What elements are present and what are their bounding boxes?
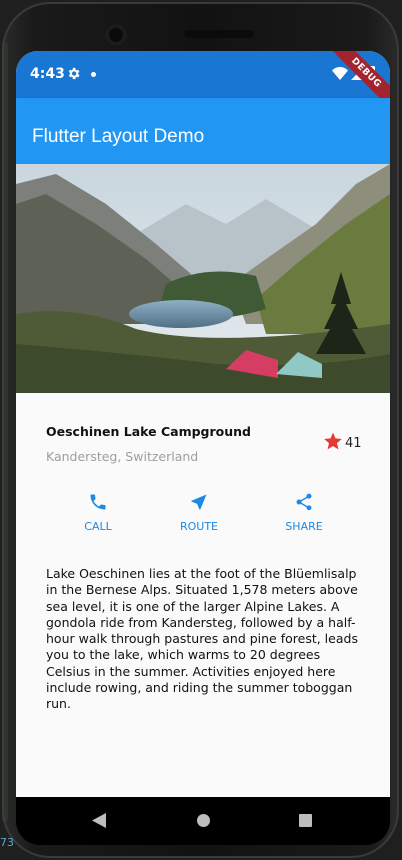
front-camera [105,24,127,46]
app-title: Flutter Layout Demo [32,126,205,147]
wifi-icon [332,67,348,80]
share-label: SHARE [285,520,323,533]
status-time: 4:43 [30,66,65,82]
back-icon[interactable] [92,813,106,828]
status-bar: 4:43 DEBUG [16,51,390,122]
system-nav-bar [16,797,390,845]
place-location: Kandersteg, Switzerland [46,449,199,464]
home-icon[interactable] [197,814,210,827]
route-button[interactable]: ROUTE [159,492,239,533]
app-bar: Flutter Layout Demo [16,98,390,164]
favorite-count: 41 [345,436,362,451]
phone-side-edge [2,42,8,822]
share-button[interactable]: SHARE [264,492,344,533]
share-icon [296,493,312,511]
route-label: ROUTE [179,520,219,533]
gear-icon [68,67,80,80]
place-name: Oeschinen Lake Campground [46,424,251,439]
navigation-icon [191,494,207,510]
app-screen: 4:43 DEBUG Flutter Layout Demo Oeschinen… [16,51,390,797]
notification-dot-icon [91,72,96,77]
call-button[interactable]: CALL [58,492,138,533]
recents-icon[interactable] [299,814,312,827]
landscape-illustration [16,164,390,393]
title-section: Oeschinen Lake Campground Kandersteg, Sw… [46,424,251,464]
description-text: Lake Oeschinen lies at the foot of the B… [46,566,358,712]
star-icon[interactable] [323,431,343,451]
phone-icon [90,494,106,510]
side-label: 73 [0,836,14,849]
hero-image [16,164,390,393]
earpiece-speaker [184,30,254,38]
call-label: CALL [84,520,112,533]
